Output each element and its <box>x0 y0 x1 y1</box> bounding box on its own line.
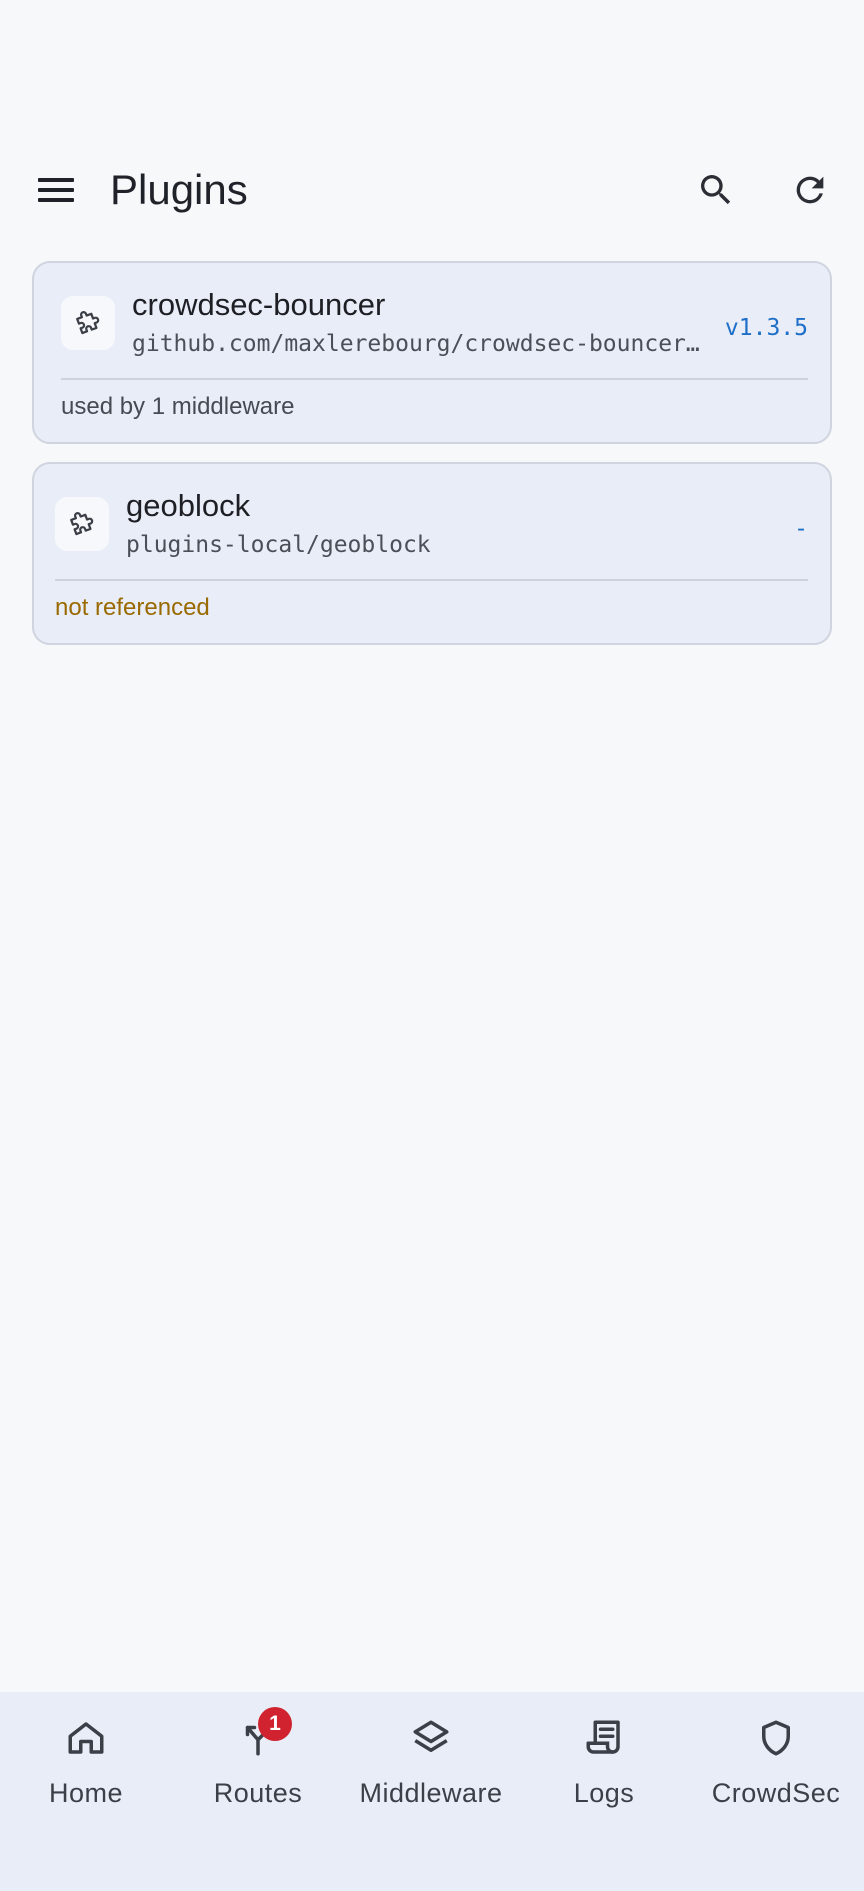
routes-badge: 1 <box>258 1707 292 1741</box>
search-icon <box>701 175 731 205</box>
puzzle-icon <box>61 296 115 350</box>
plugin-name: crowdsec-bouncer <box>132 287 386 322</box>
page-title: Plugins <box>110 166 248 213</box>
plugin-version: - <box>794 516 808 542</box>
layers-icon <box>407 1714 455 1762</box>
app-bar: Plugins <box>0 150 864 230</box>
receipt-icon <box>580 1714 628 1762</box>
nav-item-home[interactable]: Home <box>0 1692 172 1822</box>
home-icon <box>62 1714 110 1762</box>
plugin-card-crowdsec-bouncer[interactable]: crowdsec-bouncer github.com/maxlerebourg… <box>32 261 832 444</box>
refresh-icon <box>796 176 824 204</box>
menu-icon <box>38 178 74 202</box>
plugin-card-geoblock[interactable]: geoblock plugins-local/geoblock - not re… <box>32 462 832 645</box>
divider <box>61 378 808 380</box>
puzzle-icon <box>55 497 109 551</box>
plugin-version: v1.3.5 <box>724 315 808 341</box>
plugin-path: github.com/maxlerebourg/crowdsec-bouncer… <box>132 331 704 357</box>
nav-label: Middleware <box>359 1778 503 1808</box>
shield-icon <box>752 1714 800 1762</box>
plugin-usage: not referenced <box>55 594 210 621</box>
nav-item-middleware[interactable]: Middleware <box>345 1692 517 1822</box>
divider <box>55 579 808 581</box>
nav-item-logs[interactable]: Logs <box>518 1692 690 1822</box>
nav-item-crowdsec[interactable]: CrowdSec <box>690 1692 862 1822</box>
nav-label: Home <box>48 1778 124 1808</box>
plugin-name: geoblock <box>126 488 251 523</box>
plugin-usage: used by 1 middleware <box>61 393 295 420</box>
nav-item-routes[interactable]: Routes <box>172 1692 344 1822</box>
menu-button[interactable] <box>26 166 86 214</box>
bottom-navigation: Home Routes 1 Middleware Logs CrowdSec <box>0 1692 864 1891</box>
nav-label: Routes <box>213 1778 303 1808</box>
nav-label: CrowdSec <box>711 1778 841 1808</box>
refresh-button[interactable] <box>782 162 838 218</box>
nav-label: Logs <box>573 1778 635 1808</box>
plugin-path: plugins-local/geoblock <box>126 532 431 558</box>
search-button[interactable] <box>688 162 744 218</box>
